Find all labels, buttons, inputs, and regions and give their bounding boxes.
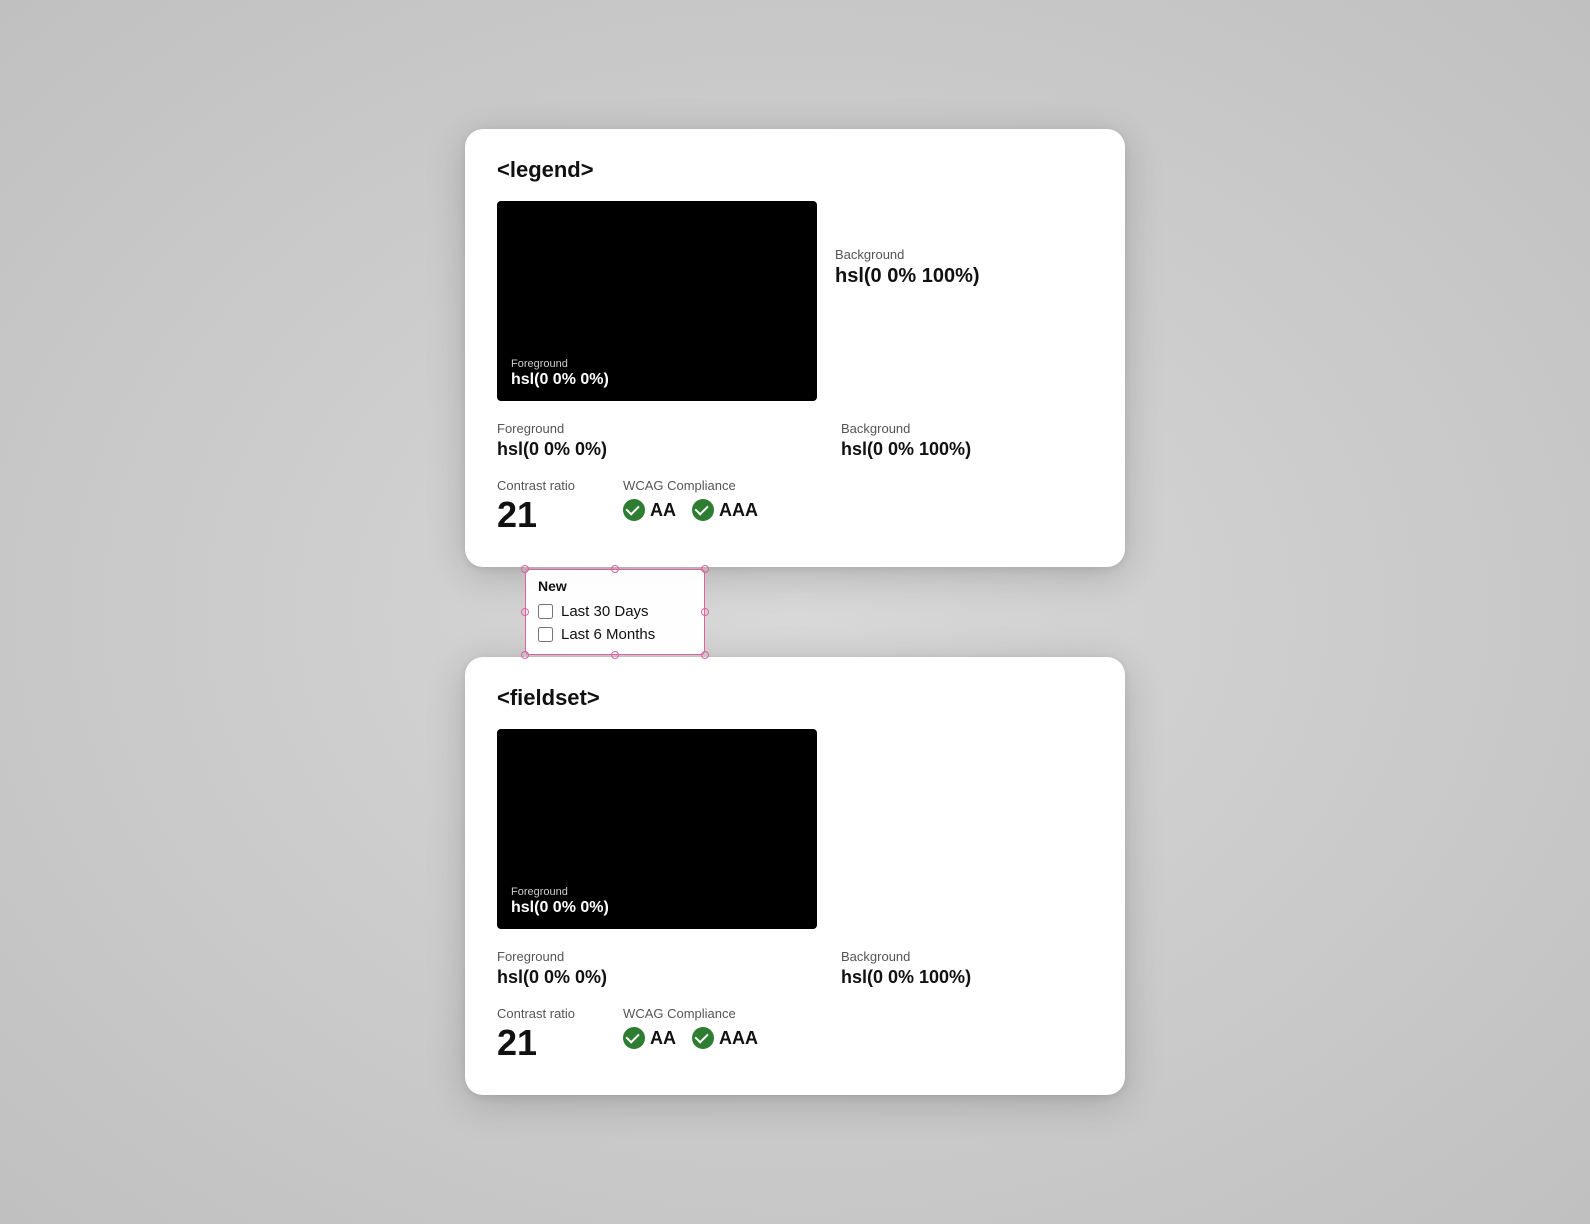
fieldset-wcag-group: WCAG Compliance AA AAA (623, 1006, 758, 1049)
legend-aa-label: AA (650, 500, 676, 521)
legend-fg-value: hsl(0 0% 0%) (511, 371, 803, 389)
fieldset-aa-label: AA (650, 1028, 676, 1049)
fieldset-card: <fieldset> Foreground hsl(0 0% 0%) Foreg… (465, 657, 1125, 1095)
legend-fg-label-below: Foreground (497, 421, 817, 436)
fieldset-contrast-label: Contrast ratio (497, 1006, 575, 1021)
legend-bg-value-2: hsl(0 0% 100%) (841, 439, 1093, 460)
fieldset-aa-check-icon (623, 1027, 645, 1049)
legend-card-title: <legend> (497, 157, 1093, 183)
legend-aa-badge: AA (623, 499, 676, 521)
legend-aa-check-icon (623, 499, 645, 521)
fieldset-contrast-group: Contrast ratio 21 (497, 1006, 575, 1063)
selection-box: New Last 30 Days Last 6 Months (525, 569, 705, 655)
fieldset-fg-value: hsl(0 0% 0%) (511, 899, 803, 917)
legend-bg-label: Background (835, 247, 980, 262)
fieldset-bg-value: hsl(0 0% 100%) (841, 967, 1093, 988)
dropdown-overlay: New Last 30 Days Last 6 Months (525, 569, 705, 655)
handle-bc (611, 651, 619, 659)
legend-preview-box: Foreground hsl(0 0% 0%) (497, 201, 817, 401)
fieldset-card-title: <fieldset> (497, 685, 1093, 711)
fieldset-fg-label: Foreground (511, 886, 803, 898)
fieldset-fg-value-below: hsl(0 0% 0%) (497, 967, 817, 988)
legend-aaa-label: AAA (719, 500, 758, 521)
legend-card: <legend> Foreground hsl(0 0% 0%) Backgro… (465, 129, 1125, 567)
checkbox-6months[interactable] (538, 627, 553, 642)
dropdown-legend-label: New (538, 578, 692, 594)
fieldset-fg-label-below: Foreground (497, 949, 817, 964)
legend-fg-group: Foreground hsl(0 0% 0%) (511, 358, 803, 389)
fieldset-bg-label: Background (841, 949, 1093, 964)
legend-fg-label: Foreground (511, 358, 803, 370)
label-30days: Last 30 Days (561, 603, 649, 620)
dropdown-item-30days[interactable]: Last 30 Days (538, 600, 692, 623)
dropdown-item-6months[interactable]: Last 6 Months (538, 623, 692, 646)
legend-bg-label-2: Background (841, 421, 1093, 436)
handle-tl (521, 565, 529, 573)
legend-contrast-group: Contrast ratio 21 (497, 478, 575, 535)
legend-wcag-label: WCAG Compliance (623, 478, 758, 493)
handle-tr (701, 565, 709, 573)
handle-tc (611, 565, 619, 573)
legend-wcag-group: WCAG Compliance AA AAA (623, 478, 758, 521)
fieldset-aaa-badge: AAA (692, 1027, 758, 1049)
handle-br (701, 651, 709, 659)
legend-contrast-value: 21 (497, 495, 575, 535)
fieldset-aa-badge: AA (623, 1027, 676, 1049)
legend-fg-value-below: hsl(0 0% 0%) (497, 439, 817, 460)
checkbox-30days[interactable] (538, 604, 553, 619)
legend-aaa-check-icon (692, 499, 714, 521)
legend-aaa-badge: AAA (692, 499, 758, 521)
fieldset-contrast-value: 21 (497, 1023, 575, 1063)
fieldset-wcag-label: WCAG Compliance (623, 1006, 758, 1021)
handle-bl (521, 651, 529, 659)
label-6months: Last 6 Months (561, 626, 655, 643)
fieldset-fg-group: Foreground hsl(0 0% 0%) (511, 886, 803, 917)
handle-mr (701, 608, 709, 616)
legend-bg-value: hsl(0 0% 100%) (835, 265, 980, 288)
fieldset-aaa-check-icon (692, 1027, 714, 1049)
legend-contrast-label: Contrast ratio (497, 478, 575, 493)
dropdown-overlay-container: New Last 30 Days Last 6 Months (465, 567, 1125, 657)
handle-ml (521, 608, 529, 616)
fieldset-preview-box: Foreground hsl(0 0% 0%) (497, 729, 817, 929)
fieldset-aaa-label: AAA (719, 1028, 758, 1049)
